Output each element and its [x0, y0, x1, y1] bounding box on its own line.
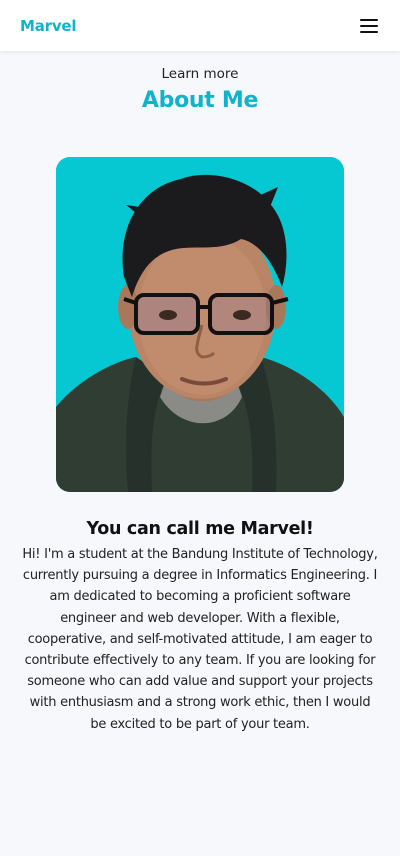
- about-headline: You can call me Marvel!: [86, 519, 314, 539]
- navbar: Marvel: [0, 0, 400, 51]
- about-bio: Hi! I'm a student at the Bandung Institu…: [22, 547, 378, 732]
- profile-photo: [56, 157, 344, 492]
- hamburger-menu-icon[interactable]: [360, 18, 378, 33]
- section-title: About Me: [141, 88, 259, 113]
- brand-logo[interactable]: Marvel: [20, 17, 77, 35]
- section-subtitle: Learn more: [161, 66, 239, 82]
